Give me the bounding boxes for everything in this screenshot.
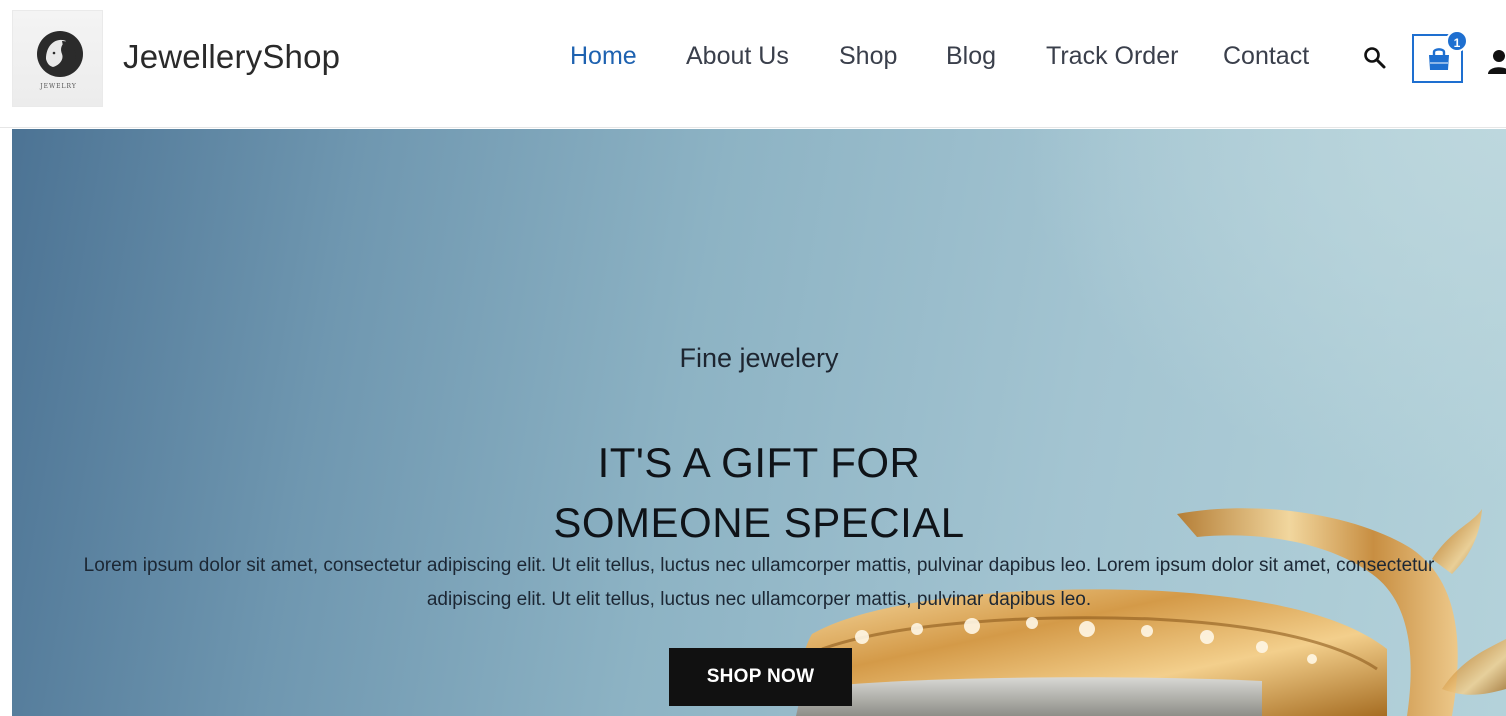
hero-title: IT'S A GIFT FOR SOMEONE SPECIAL: [12, 433, 1506, 553]
nav-item-shop[interactable]: Shop: [839, 42, 897, 71]
nav-item-blog[interactable]: Blog: [946, 42, 996, 71]
main-nav: Home About Us Shop Blog Track Order Cont…: [0, 42, 1506, 78]
cart-count-badge: 1: [1446, 30, 1468, 52]
user-icon: [1488, 50, 1506, 74]
logo-wordmark: JEWELRY: [40, 83, 77, 90]
search-icon: [1364, 47, 1386, 69]
shop-now-button[interactable]: SHOP NOW: [669, 648, 852, 706]
hero-description: Lorem ipsum dolor sit amet, consectetur …: [83, 555, 1435, 610]
hero-eyebrow: Fine jewelery: [679, 343, 839, 373]
site-header: JEWELRY JewelleryShop Home About Us Shop…: [0, 0, 1506, 128]
hero-title-line-1: IT'S A GIFT FOR: [597, 439, 921, 486]
nav-item-about-us[interactable]: About Us: [686, 42, 789, 71]
nav-item-contact[interactable]: Contact: [1223, 42, 1309, 71]
shopping-bag-icon: [1429, 48, 1449, 70]
nav-item-home[interactable]: Home: [570, 42, 637, 71]
account-button[interactable]: [1487, 48, 1506, 74]
hero-title-line-2: SOMEONE SPECIAL: [553, 499, 965, 546]
nav-item-track-order[interactable]: Track Order: [1046, 42, 1178, 71]
hero-banner: Fine jewelery IT'S A GIFT FOR SOMEONE SP…: [12, 129, 1506, 716]
search-button[interactable]: [1362, 45, 1388, 71]
gold-bracelet-image: [796, 508, 1506, 716]
